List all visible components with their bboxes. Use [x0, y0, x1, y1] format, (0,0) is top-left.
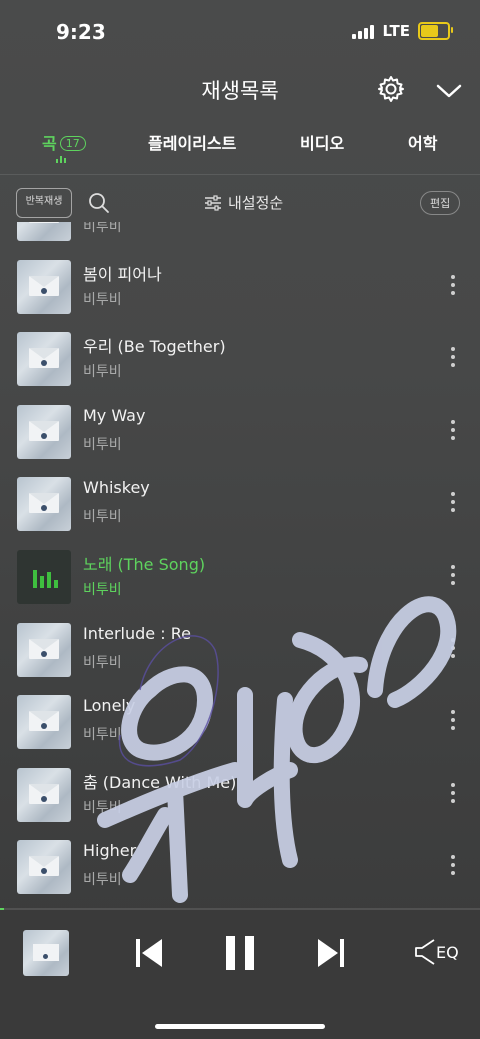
- tab-songs[interactable]: 곡 17: [42, 130, 86, 154]
- song-title: Interlude : Re: [83, 623, 191, 643]
- sort-button[interactable]: 내설정순: [204, 192, 283, 213]
- album-art: [17, 477, 71, 532]
- progress-bar[interactable]: [0, 908, 480, 910]
- song-row[interactable]: Interlude : Re 비투비: [0, 618, 480, 682]
- now-playing-icon: [33, 564, 58, 588]
- song-artist: 비투비: [83, 222, 122, 235]
- status-time: 9:23: [56, 20, 106, 44]
- album-art: [17, 259, 71, 314]
- gear-icon[interactable]: [376, 74, 406, 104]
- sort-label: 내설정순: [228, 194, 284, 212]
- song-list[interactable]: 노래 (The Song)비투비봄이 피어나비투비우리 (Be Together…: [0, 222, 480, 908]
- album-art: [17, 404, 71, 459]
- song-artist: 비투비: [83, 799, 122, 816]
- song-row[interactable]: Higher 비투비: [0, 835, 480, 899]
- album-art: [17, 332, 71, 387]
- song-row[interactable]: 봄이 피어나비투비: [0, 255, 480, 319]
- song-title: 노래 (The Song): [83, 555, 206, 574]
- song-title: Whiskey: [83, 478, 150, 498]
- page-title: 재생목록: [201, 79, 279, 103]
- song-row[interactable]: Lonely 비투비: [0, 690, 480, 754]
- more-icon[interactable]: [448, 782, 458, 809]
- more-icon[interactable]: [448, 855, 458, 881]
- song-artist: 비투비: [83, 509, 122, 526]
- song-artist: 비투비: [83, 582, 122, 598]
- signal-icon: [352, 23, 375, 39]
- header: 재생목록: [0, 72, 480, 108]
- mini-album-art[interactable]: [23, 930, 69, 976]
- song-artist: 비투비: [83, 654, 122, 671]
- repeat-button[interactable]: 반복재생: [16, 188, 72, 218]
- divider: [0, 174, 480, 175]
- pause-icon[interactable]: [224, 934, 256, 972]
- song-row[interactable]: 노래 (The Song) 비투비: [0, 545, 480, 609]
- more-icon[interactable]: [448, 637, 458, 664]
- song-artist: 비투비: [83, 436, 122, 453]
- song-title: Lonely: [83, 696, 136, 716]
- battery-icon: [418, 22, 453, 40]
- mini-player: EQ: [0, 908, 480, 1039]
- song-count-badge: 17: [59, 136, 86, 151]
- tab-language[interactable]: 어학: [408, 130, 437, 154]
- song-artist: 비투비: [83, 364, 122, 381]
- tab-video[interactable]: 비디오: [300, 130, 344, 154]
- song-title: 봄이 피어나: [83, 264, 162, 284]
- song-title: 춤 (Dance With Me): [83, 772, 237, 792]
- search-icon[interactable]: [88, 192, 110, 214]
- song-row[interactable]: Whiskey 비투비: [0, 472, 480, 536]
- more-icon[interactable]: [448, 710, 458, 736]
- sliders-icon: [205, 194, 221, 211]
- song-row[interactable]: 춤 (Dance With Me) 비투비: [0, 763, 480, 827]
- album-art: [17, 222, 71, 241]
- tab-playlist[interactable]: 플레이리스트: [148, 130, 236, 154]
- status-bar: 9:23 LTE: [0, 0, 480, 62]
- more-icon[interactable]: [448, 565, 458, 591]
- album-art: [17, 767, 71, 822]
- album-art: [17, 840, 71, 895]
- song-row[interactable]: 우리 (Be Together) 비투비: [0, 327, 480, 391]
- song-artist: 비투비: [83, 727, 122, 744]
- chevron-down-icon[interactable]: [434, 78, 464, 102]
- album-art: [17, 622, 71, 677]
- playing-indicator-icon: [56, 156, 66, 163]
- next-icon[interactable]: [316, 936, 346, 970]
- song-row[interactable]: My Way 비투비: [0, 400, 480, 464]
- album-art: [17, 695, 71, 750]
- song-row[interactable]: 노래 (The Song)비투비: [0, 222, 480, 246]
- tab-bar: 곡 17 플레이리스트 비디오 어학: [0, 126, 480, 170]
- eq-button[interactable]: EQ: [414, 938, 459, 966]
- previous-icon[interactable]: [134, 936, 164, 970]
- album-art: [17, 550, 71, 604]
- more-icon[interactable]: [448, 274, 458, 301]
- song-title: My Way: [83, 405, 146, 425]
- more-icon[interactable]: [448, 222, 458, 228]
- edit-button[interactable]: 편집: [420, 191, 461, 215]
- speaker-icon: [415, 939, 435, 965]
- song-artist: 비투비: [83, 291, 122, 308]
- song-title: 우리 (Be Together): [83, 337, 226, 357]
- tab-songs-label: 곡: [42, 134, 57, 153]
- network-label: LTE: [382, 22, 410, 40]
- eq-label: EQ: [436, 942, 459, 962]
- home-indicator: [155, 1024, 325, 1029]
- more-icon[interactable]: [448, 347, 458, 373]
- song-title: Higher: [83, 841, 137, 861]
- song-artist: 비투비: [83, 872, 122, 889]
- more-icon[interactable]: [448, 492, 458, 518]
- more-icon[interactable]: [448, 419, 458, 446]
- list-controls: 반복재생 내설정순 편집: [0, 186, 480, 220]
